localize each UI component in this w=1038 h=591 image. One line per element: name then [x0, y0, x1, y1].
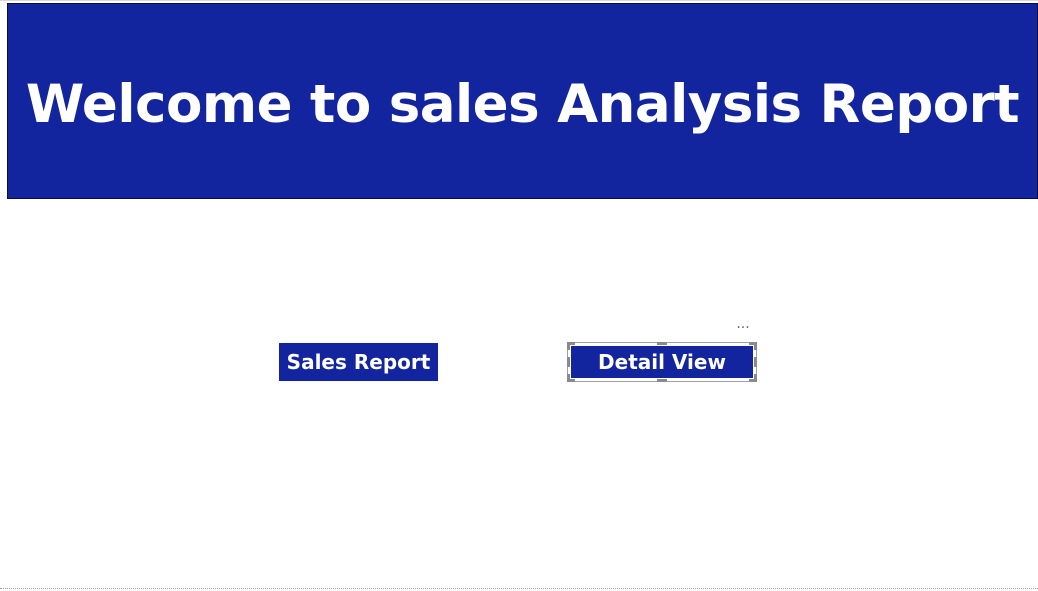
page-title: Welcome to sales Analysis Report [25, 73, 1020, 135]
resize-handle-bottom-right-vertical[interactable] [754, 374, 757, 382]
report-canvas: Welcome to sales Analysis Report Sales R… [0, 0, 1038, 591]
resize-handle-top-right-vertical[interactable] [754, 342, 757, 350]
more-options-icon[interactable]: ··· [733, 321, 753, 335]
sales-report-button[interactable]: Sales Report [279, 343, 438, 381]
resize-handle-middle-right[interactable] [754, 357, 757, 367]
detail-view-button[interactable]: Detail View [571, 346, 753, 378]
resize-handle-bottom-left-vertical[interactable] [567, 374, 570, 382]
resize-handle-top-left-vertical[interactable] [567, 342, 570, 350]
top-divider [0, 0, 1038, 1]
resize-handle-top-middle[interactable] [657, 342, 667, 345]
page-boundary-divider [0, 588, 1038, 589]
title-banner: Welcome to sales Analysis Report [7, 3, 1038, 199]
resize-handle-middle-left[interactable] [567, 357, 570, 367]
resize-handle-bottom-middle[interactable] [657, 379, 667, 382]
